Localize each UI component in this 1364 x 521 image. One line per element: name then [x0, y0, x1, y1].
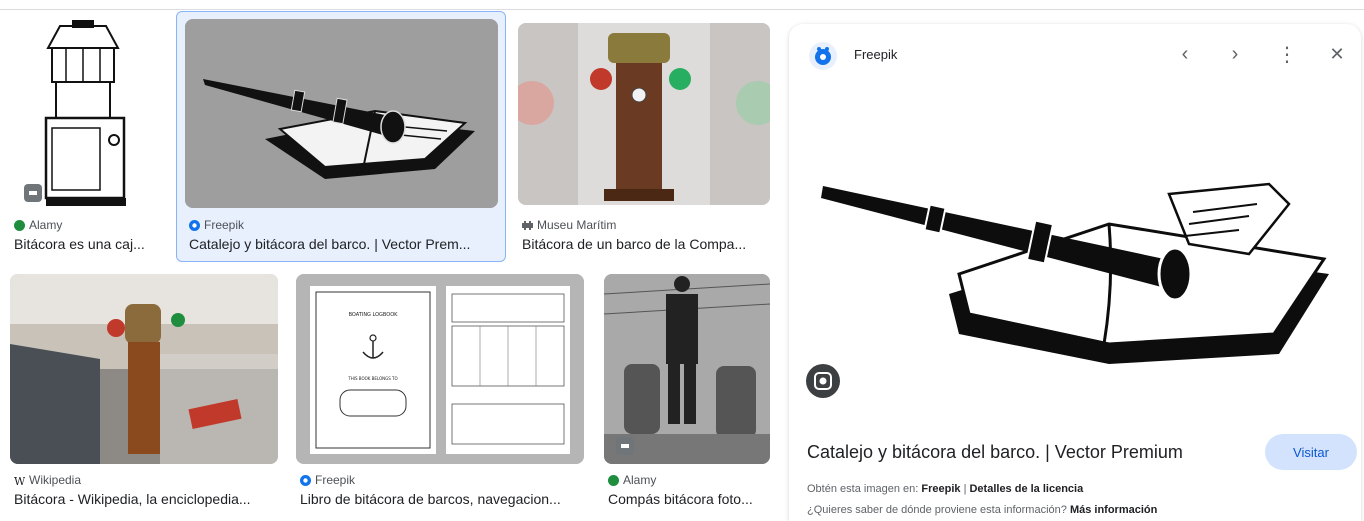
result-caption-5[interactable]: Libro de bitácora de barcos, navegacion.… — [300, 491, 584, 507]
result-source-label-5: Freepik — [315, 473, 356, 487]
freepik-favicon-icon — [300, 474, 311, 486]
result-caption-4[interactable]: Bitácora - Wikipedia, la enciclopedia... — [14, 491, 276, 507]
lens-icon — [814, 372, 832, 390]
freepik-favicon-icon — [189, 219, 200, 231]
result-image-2[interactable] — [185, 19, 498, 208]
next-chevron-icon[interactable]: › — [1221, 40, 1249, 68]
alamy-favicon-icon — [14, 219, 25, 231]
freepik-logo-glyph — [815, 47, 831, 65]
result-card-4[interactable]: W Wikipedia Bitácora - Wikipedia, la enc… — [8, 272, 280, 512]
get-image-prefix: Obtén esta imagen en: — [807, 483, 919, 495]
source-question-info: ¿Quieres saber de dónde proviene esta in… — [807, 504, 1157, 516]
result-source-label-6: Alamy — [623, 473, 657, 487]
close-icon[interactable]: ✕ — [1323, 40, 1351, 68]
result-source-label-3: Museu Marítim — [537, 218, 617, 232]
get-image-source-link[interactable]: Freepik — [921, 483, 960, 495]
image-badge-icon — [616, 437, 634, 455]
lantern-sketch-image — [10, 18, 166, 208]
more-options-icon[interactable]: ⋮ — [1273, 40, 1301, 68]
meta-separator: | — [963, 483, 967, 495]
result-image-6[interactable] — [604, 274, 770, 464]
museu-favicon-icon — [522, 220, 533, 230]
logbook-cover-subtitle: THIS BOOK BELONGS TO — [347, 376, 397, 381]
result-source-label-4: Wikipedia — [29, 473, 82, 487]
image-source-info: Obtén esta imagen en: Freepik | Detalles… — [807, 483, 1083, 495]
result-card-2[interactable]: Freepik Catalejo y bitácora del barco. |… — [176, 11, 506, 262]
result-card-3[interactable]: Museu Marítim Bitácora de un barco de la… — [516, 14, 772, 262]
more-info-link[interactable]: Más información — [1070, 504, 1157, 516]
result-source-4: W Wikipedia — [14, 473, 81, 487]
freepik-logo-icon — [809, 42, 837, 70]
google-lens-button[interactable] — [806, 364, 840, 398]
result-card-6[interactable]: Alamy Compás bitácora foto... — [602, 272, 774, 512]
license-details-link[interactable]: Detalles de la licencia — [969, 483, 1083, 495]
logbook-cover-title: BOATING LOGBOOK — [349, 312, 399, 318]
alamy-favicon-icon — [608, 474, 619, 486]
image-badge-icon — [24, 184, 42, 202]
result-image-3[interactable] — [518, 23, 770, 205]
image-preview-panel: Freepik ‹ › ⋮ ✕ Catalejo y bitácora del … — [789, 24, 1361, 521]
result-image-1[interactable] — [10, 18, 166, 208]
result-source-6: Alamy — [608, 473, 656, 487]
preview-source-name[interactable]: Freepik — [854, 47, 897, 62]
preview-image[interactable] — [809, 124, 1349, 394]
svg-text:W: W — [14, 475, 25, 486]
visit-button[interactable]: Visitar — [1265, 434, 1357, 470]
spyglass-book-preview-image — [809, 124, 1349, 394]
sailor-engraving-image — [604, 274, 770, 464]
result-source-3: Museu Marítim — [522, 218, 616, 232]
result-source-label-2: Freepik — [204, 218, 245, 232]
binnacle-photo-image — [518, 23, 770, 205]
spyglass-book-image — [185, 19, 498, 208]
top-divider — [0, 9, 1364, 10]
result-card-1[interactable]: Alamy Bitácora es una caj... — [8, 14, 168, 262]
result-image-5[interactable]: BOATING LOGBOOK THIS BOOK BELONGS TO — [296, 274, 584, 464]
result-source-label-1: Alamy — [29, 218, 63, 232]
result-source-2: Freepik — [189, 218, 244, 232]
result-caption-6[interactable]: Compás bitácora foto... — [608, 491, 772, 507]
result-caption-1[interactable]: Bitácora es una caj... — [14, 236, 166, 252]
logbook-pages-image: BOATING LOGBOOK THIS BOOK BELONGS TO — [296, 274, 584, 464]
result-source-1: Alamy — [14, 218, 62, 232]
preview-title[interactable]: Catalejo y bitácora del barco. | Vector … — [807, 442, 1183, 463]
result-card-5[interactable]: BOATING LOGBOOK THIS BOOK BELONGS TO Fre… — [294, 272, 588, 512]
wikipedia-favicon-icon: W — [14, 475, 25, 486]
result-caption-2[interactable]: Catalejo y bitácora del barco. | Vector … — [189, 236, 499, 252]
result-source-5: Freepik — [300, 473, 355, 487]
result-image-4[interactable] — [10, 274, 278, 464]
where-from-question: ¿Quieres saber de dónde proviene esta in… — [807, 504, 1067, 516]
result-caption-3[interactable]: Bitácora de un barco de la Compa... — [522, 236, 770, 252]
previous-chevron-icon[interactable]: ‹ — [1171, 40, 1199, 68]
museum-binnacle-image — [10, 274, 278, 464]
